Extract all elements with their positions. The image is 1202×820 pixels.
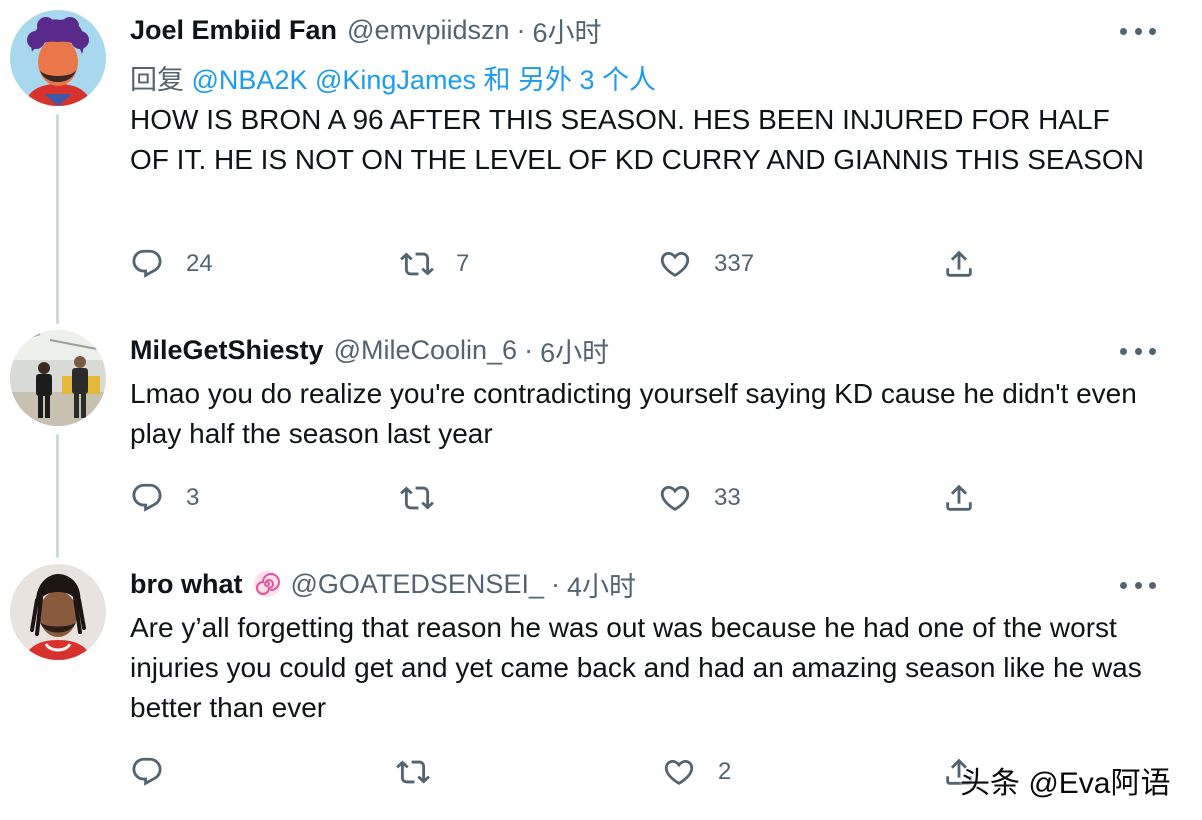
user-avatar[interactable] [10, 10, 106, 106]
like-button[interactable]: 2 [662, 752, 731, 792]
basketball-players-photo-avatar [10, 330, 106, 426]
tweet-text: Are y’all forgetting that reason he was … [130, 612, 1142, 723]
tweet-header: bro what @GOATEDSENSEI_ · 4小时 [130, 564, 1202, 604]
timestamp[interactable]: 6小时 [533, 11, 602, 50]
reply-button[interactable]: 24 [130, 244, 213, 284]
reply-count: 24 [186, 250, 213, 277]
like-count: 337 [714, 250, 755, 277]
user-handle[interactable]: @MileCoolin_6 [334, 335, 518, 366]
retweet-button[interactable] [396, 752, 452, 792]
user-avatar[interactable] [10, 564, 106, 660]
retweet-icon [396, 755, 430, 789]
retweet-button[interactable] [400, 478, 456, 518]
tweet-text: Lmao you do realize you're contradicting… [130, 378, 1137, 449]
share-icon [942, 247, 976, 281]
reply-prefix: 回复 [130, 65, 184, 95]
like-count: 33 [714, 484, 741, 511]
tweet-header: MileGetShiesty @MileCoolin_6 · 6小时 [130, 330, 1202, 370]
user-handle[interactable]: @emvpiidszn [347, 15, 509, 46]
heart-icon [662, 755, 696, 789]
mention-link[interactable]: @NBA2K [192, 65, 308, 95]
more-options-icon[interactable] [1120, 570, 1156, 600]
reply-button[interactable]: 3 [130, 478, 199, 518]
reply-icon [130, 481, 164, 515]
tweet-header: Joel Embiid Fan @emvpiidszn · 6小时 [130, 10, 1202, 50]
cartoon-man-dreadlocks-avatar [10, 564, 106, 660]
retweet-button[interactable]: 7 [400, 244, 469, 284]
others-link[interactable]: 和 另外 3 个人 [483, 65, 656, 95]
retweet-icon [400, 247, 434, 281]
tweet-actions: 3 33 [0, 478, 1202, 518]
display-name[interactable]: bro what [130, 569, 243, 600]
more-options-icon[interactable] [1120, 336, 1156, 366]
reply-icon [130, 247, 164, 281]
tweet[interactable]: MileGetShiesty @MileCoolin_6 · 6小时 Lmao … [0, 320, 1202, 558]
like-count: 2 [718, 758, 732, 785]
retweet-count: 7 [456, 250, 470, 277]
display-name[interactable]: Joel Embiid Fan [130, 15, 337, 46]
timestamp[interactable]: 6小时 [540, 331, 609, 370]
share-icon [942, 481, 976, 515]
separator: · [516, 14, 526, 45]
user-handle[interactable]: @GOATEDSENSEI_ [291, 569, 544, 600]
reply-button[interactable] [130, 752, 186, 792]
mention-link[interactable]: @KingJames [315, 65, 476, 95]
like-button[interactable]: 337 [658, 244, 754, 284]
share-button[interactable] [942, 478, 976, 518]
swirl-emoji-icon [253, 571, 280, 597]
watermark: 头条 @Eva阿语 [960, 767, 1171, 800]
heart-icon [658, 247, 692, 281]
share-button[interactable] [942, 244, 976, 284]
cartoon-man-purple-hair-avatar [10, 10, 106, 106]
tweet-text: HOW IS BRON A 96 AFTER THIS SEASON. HES … [130, 104, 1144, 175]
separator: · [524, 334, 534, 365]
reply-count: 3 [186, 484, 200, 511]
separator: · [550, 568, 560, 599]
like-button[interactable]: 33 [658, 478, 741, 518]
reply-icon [130, 755, 164, 789]
user-avatar[interactable] [10, 330, 106, 426]
more-options-icon[interactable] [1120, 16, 1156, 46]
replying-to: 回复 @NBA2K @KingJames 和 另外 3 个人 [130, 58, 656, 97]
tweet[interactable]: Joel Embiid Fan @emvpiidszn · 6小时 回复 @NB… [0, 0, 1202, 324]
thread-line [56, 114, 59, 324]
heart-icon [658, 481, 692, 515]
tweet-actions: 24 7 337 [0, 244, 1202, 284]
timestamp[interactable]: 4小时 [567, 565, 636, 604]
display-name[interactable]: MileGetShiesty [130, 335, 324, 366]
retweet-icon [400, 481, 434, 515]
